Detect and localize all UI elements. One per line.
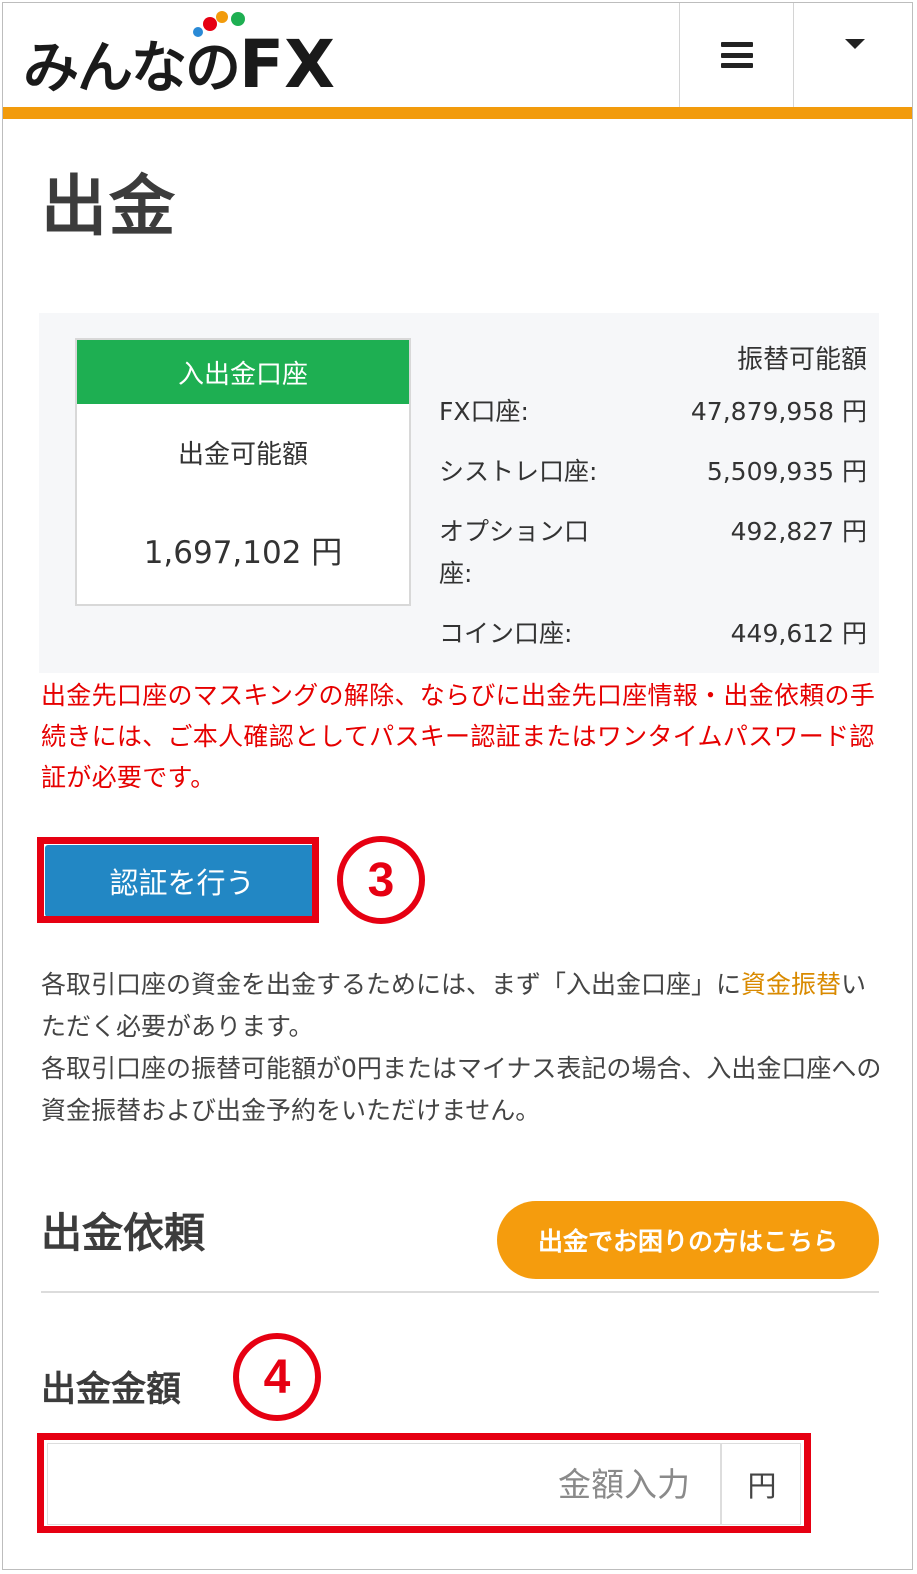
balance-row-option: オプション口 座: 492,827 円 xyxy=(439,511,867,595)
authenticate-button[interactable]: 認証を行う xyxy=(45,845,319,917)
menu-button[interactable] xyxy=(679,3,794,107)
transfer-description: 各取引口座の資金を出金するためには、まず「入出金口座」に資金振替いただく必要があ… xyxy=(41,964,885,1132)
transfer-description-text: 各取引口座の資金を出金するためには、まず「入出金口座」に xyxy=(41,970,742,999)
logo-text: みんなのFX xyxy=(23,23,335,104)
header-accent-bar xyxy=(3,107,912,119)
withdrawable-amount-label: 出金可能額 xyxy=(177,440,308,470)
balance-row-coin: コイン口座: 449,612 円 xyxy=(439,613,867,655)
withdraw-help-button[interactable]: 出金でお困りの方はこちら xyxy=(497,1201,879,1279)
balance-row-label: シストレ口座: xyxy=(439,457,598,486)
logo[interactable]: みんなのFX xyxy=(23,11,363,103)
fund-transfer-link[interactable]: 資金振替 xyxy=(741,970,841,999)
balance-row-label: コイン口座: xyxy=(439,619,573,648)
authentication-notice: 出金先口座のマスキングの解除、ならびに出金先口座情報・出金依頼の手続きには、ご本… xyxy=(41,681,876,792)
balance-row-fx: FX口座: 47,879,958 円 xyxy=(439,391,867,433)
step-4-marker: 4 xyxy=(233,1333,321,1421)
withdraw-request-title: 出金依頼 xyxy=(41,1209,205,1257)
dropdown-button[interactable] xyxy=(793,3,912,107)
withdraw-account-card-header: 入出金口座 xyxy=(77,340,409,404)
withdraw-amount-input[interactable] xyxy=(48,1444,720,1524)
balance-row-value: 449,612 円 xyxy=(730,619,867,648)
page-title: 出金 xyxy=(41,168,177,245)
hamburger-icon xyxy=(721,42,753,68)
transfer-description-note: 各取引口座の振替可能額が0円またはマイナス表記の場合、入出金口座への資金振替およ… xyxy=(41,1054,882,1125)
withdraw-account-card: 入出金口座 出金可能額 1,697,102 円 xyxy=(75,338,411,606)
logo-text-fx: FX xyxy=(239,26,335,103)
logo-dot-orange xyxy=(216,11,228,23)
balance-row-value: 492,827 円 xyxy=(730,517,867,546)
logo-text-kana: みんなの xyxy=(23,36,241,101)
balance-row-value: 5,509,935 円 xyxy=(706,457,867,486)
balance-panel: 入出金口座 出金可能額 1,697,102 円 振替可能額 FX口座: 47,8… xyxy=(39,313,879,673)
transferable-amount-header: 振替可能額 xyxy=(736,345,867,375)
amount-unit-label: 円 xyxy=(720,1444,802,1524)
caret-down-icon xyxy=(844,39,865,49)
balance-row-systrade: シストレ口座: 5,509,935 円 xyxy=(439,451,867,493)
header: みんなのFX xyxy=(3,3,912,107)
withdraw-amount-field: 円 xyxy=(47,1443,801,1525)
step-3-marker: 3 xyxy=(337,836,425,924)
balance-row-value: 47,879,958 円 xyxy=(690,397,867,426)
withdrawable-amount-value: 1,697,102 円 xyxy=(143,535,343,571)
section-divider xyxy=(41,1291,879,1293)
balance-row-label: FX口座: xyxy=(439,397,529,426)
balance-row-label: オプション口 座: xyxy=(439,517,590,588)
withdraw-amount-label: 出金金額 xyxy=(41,1370,182,1410)
app-frame: みんなのFX 出金 入出金口座 出金可能額 1,697,102 円 振替可能額 … xyxy=(2,2,913,1570)
